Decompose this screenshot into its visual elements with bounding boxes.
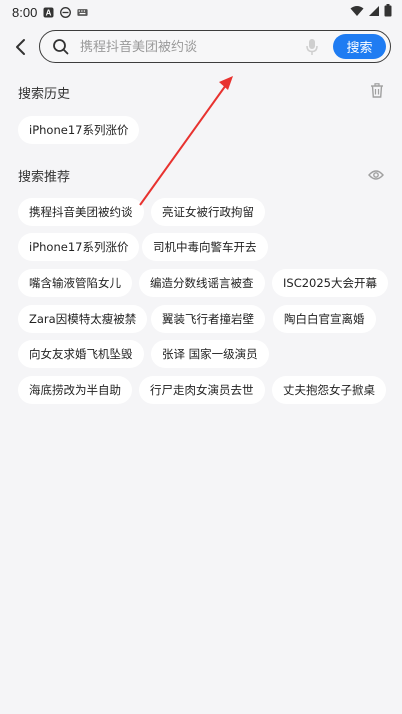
back-arrow-icon [16,39,25,55]
search-chip[interactable]: iPhone17系列涨价 [18,233,140,261]
search-chip[interactable]: 陶白白官宣离婚 [273,305,376,333]
search-chip[interactable]: 张译 国家一级演员 [151,340,269,368]
history-header: 搜索历史 [18,82,384,102]
search-chip[interactable]: 翼装飞行者撞岩壁 [151,305,265,333]
search-chip[interactable]: 嘴含输液管陷女儿 [18,269,132,297]
signal-icon [368,5,380,20]
battery-icon [384,4,392,20]
search-chip[interactable]: 向女友求婚飞机坠毁 [18,340,144,368]
search-chip[interactable]: 携程抖音美团被约谈 [18,198,144,226]
search-chip[interactable]: 司机中毒向警车开去 [142,233,268,261]
search-bar-row: 搜索 [0,30,402,64]
keyboard-icon [77,7,88,18]
a-app-icon: A [43,7,54,18]
search-chip[interactable]: 亮证女被行政拘留 [151,198,265,226]
recommend-title: 搜索推荐 [18,169,71,185]
status-time: 8:00 [12,4,38,20]
e-app-icon [60,6,72,18]
search-box[interactable]: 搜索 [39,30,391,63]
back-button[interactable] [8,34,34,60]
eye-icon[interactable] [368,166,384,185]
search-chip[interactable]: 海底捞改为半自助 [18,376,132,404]
search-input[interactable] [80,37,300,57]
search-button[interactable]: 搜索 [333,34,386,59]
recommend-header: 搜索推荐 [18,165,384,185]
status-bar: 8:00 A [0,0,402,24]
wifi-icon [350,5,364,20]
svg-text:A: A [46,8,52,17]
search-chip[interactable]: 行尸走肉女演员去世 [139,376,265,404]
search-chip[interactable]: ISC2025大会开幕 [272,269,388,297]
search-icon [52,38,70,60]
microphone-icon[interactable] [306,38,318,60]
trash-icon[interactable] [370,82,384,102]
history-title: 搜索历史 [18,86,71,102]
search-chip[interactable]: iPhone17系列涨价 [18,116,140,144]
search-chip[interactable]: 丈夫抱怨女子掀桌 [272,376,386,404]
search-chip[interactable]: 编造分数线谣言被查 [139,269,265,297]
search-chip[interactable]: Zara因模特太瘦被禁 [18,305,148,333]
